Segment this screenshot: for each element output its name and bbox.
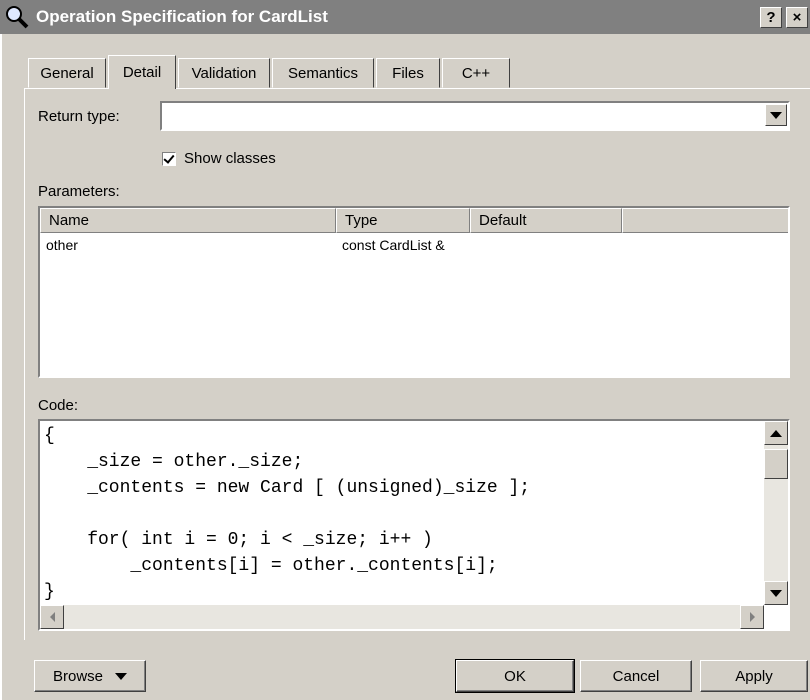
ok-button[interactable]: OK — [455, 659, 575, 693]
tab-semantics[interactable]: Semantics — [272, 58, 374, 88]
browse-button-label: Browse — [52, 667, 104, 685]
cancel-button[interactable]: Cancel — [580, 660, 692, 692]
tab-cpp[interactable]: C++ — [442, 58, 510, 88]
tab-general[interactable]: General — [28, 58, 106, 88]
magnifier-icon — [4, 4, 30, 30]
tab-files[interactable]: Files — [376, 58, 440, 88]
apply-button[interactable]: Apply — [700, 660, 808, 692]
detail-tab-panel — [24, 88, 810, 640]
close-button[interactable]: × — [786, 7, 808, 28]
help-button[interactable]: ? — [760, 7, 782, 28]
browse-button[interactable]: Browse — [34, 660, 146, 692]
tab-validation[interactable]: Validation — [178, 58, 270, 88]
window-title: Operation Specification for CardList — [36, 7, 328, 26]
title-bar: Operation Specification for CardList ? × — [0, 0, 810, 34]
chevron-down-icon — [115, 672, 128, 680]
tab-detail[interactable]: Detail — [108, 55, 176, 89]
